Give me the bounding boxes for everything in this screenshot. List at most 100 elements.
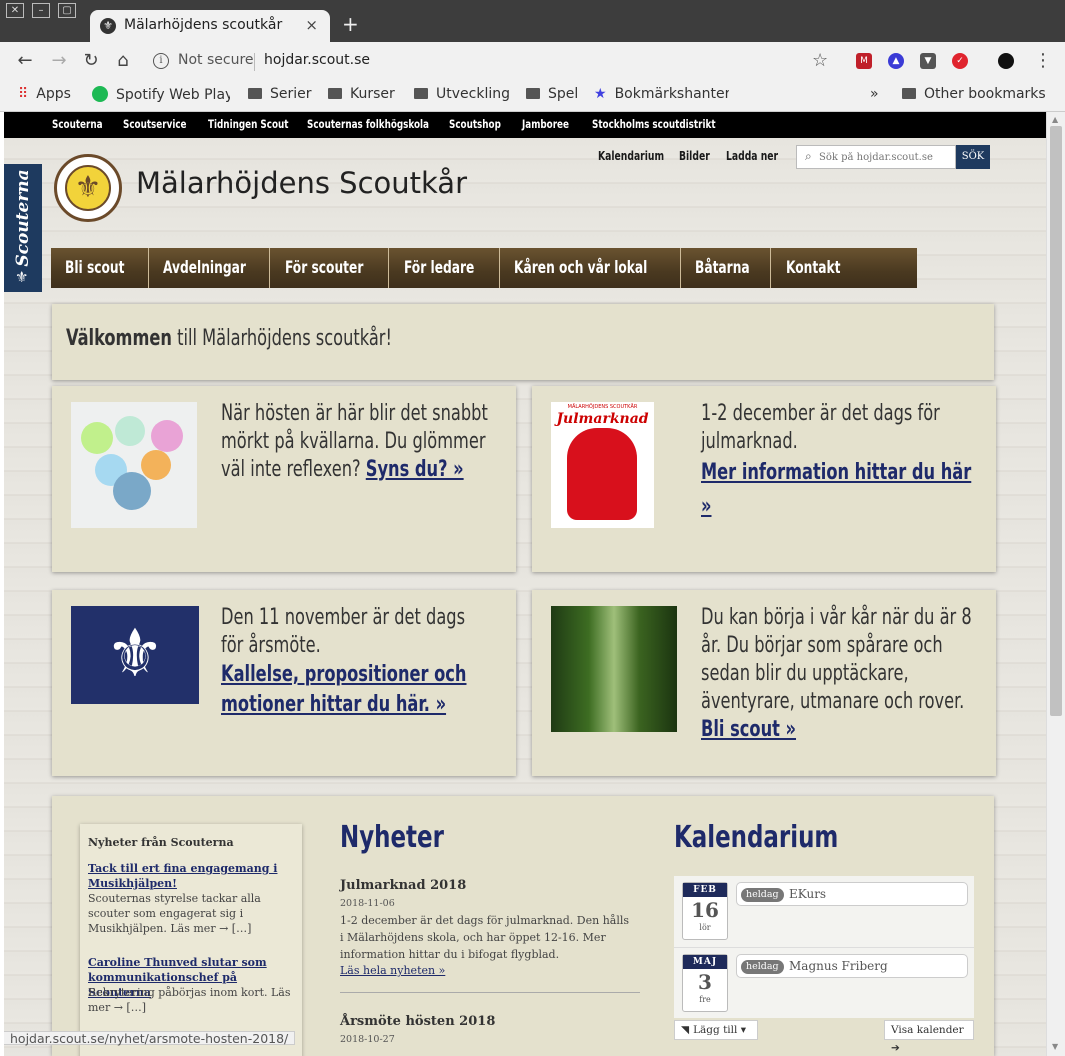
extension-cap-icon[interactable]: ▲ bbox=[888, 53, 904, 69]
syns-du-link[interactable]: Syns du? » bbox=[366, 457, 464, 482]
scroll-up-icon[interactable]: ▲ bbox=[1052, 115, 1058, 124]
back-icon[interactable]: ← bbox=[14, 51, 36, 71]
bookmark-star-icon[interactable]: ☆ bbox=[812, 50, 828, 71]
calendar-date-icon: MAJ 3 fre bbox=[682, 954, 728, 1012]
reflex-image bbox=[71, 402, 197, 528]
extension-shield-icon[interactable]: ▼ bbox=[920, 53, 936, 69]
window-minimize-icon[interactable]: – bbox=[32, 3, 50, 18]
promo-card-reflex: När hösten är här blir det snabbt mörkt … bbox=[52, 386, 516, 572]
nav-divider bbox=[269, 248, 270, 288]
calendar-event-pill[interactable]: heldag Magnus Friberg bbox=[736, 954, 968, 978]
topbar-link[interactable]: Tidningen Scout bbox=[208, 117, 288, 131]
bookmark-spel[interactable]: Spel bbox=[526, 86, 578, 102]
address-bar[interactable]: hojdar.scout.se bbox=[264, 52, 370, 68]
extension-m-icon[interactable]: M bbox=[856, 53, 872, 69]
info-icon[interactable]: i bbox=[153, 53, 169, 69]
topbar-link[interactable]: Scoutservice bbox=[123, 117, 187, 131]
scouterna-news-excerpt: Rekrytering påbörjas inom kort. Läs mer … bbox=[88, 986, 291, 1014]
calendar-event[interactable]: FEB 16 lör heldag EKurs bbox=[674, 876, 974, 946]
news-title[interactable]: Årsmöte hösten 2018 bbox=[340, 1014, 495, 1029]
scrollbar-thumb[interactable] bbox=[1050, 126, 1062, 716]
reload-icon[interactable]: ↻ bbox=[80, 51, 102, 71]
topbar-link[interactable]: Scouternas folkhögskola bbox=[307, 117, 429, 131]
calendar-event-pill[interactable]: heldag EKurs bbox=[736, 882, 968, 906]
topbar-link[interactable]: Jamboree bbox=[522, 117, 569, 131]
news-title[interactable]: Julmarknad 2018 bbox=[340, 878, 466, 893]
scouterna-news-excerpt: Scouternas styrelse tackar alla scouter … bbox=[88, 892, 261, 935]
forest-image bbox=[551, 606, 677, 732]
topbar-link[interactable]: Stockholms scoutdistrikt bbox=[592, 117, 716, 131]
welcome-banner: Välkommen till Mälarhöjdens scoutkår! bbox=[52, 304, 994, 380]
window-close-icon[interactable]: ✕ bbox=[6, 3, 24, 18]
search-icon: ⌕ bbox=[805, 149, 812, 163]
tab-close-icon[interactable]: × bbox=[305, 16, 318, 34]
browser-menu-icon[interactable]: ⋮ bbox=[1034, 50, 1052, 71]
bookmark-manager[interactable]: ★ Bokmärkshanter bbox=[594, 86, 729, 102]
calendar-list: FEB 16 lör heldag EKurs MAJ 3 fre heldag bbox=[674, 876, 974, 1018]
extension-lastpass-icon[interactable]: ✓ bbox=[952, 53, 968, 69]
site-name[interactable]: Mälarhöjdens Scoutkår bbox=[136, 166, 467, 200]
not-secure-label[interactable]: Not secure bbox=[178, 52, 254, 68]
spotify-icon bbox=[92, 86, 108, 102]
page-scrollbar[interactable]: ▲ ▼ bbox=[1046, 112, 1065, 1056]
bookmark-kurser[interactable]: Kurser bbox=[328, 86, 395, 102]
forward-icon[interactable]: → bbox=[48, 51, 70, 71]
topbar-link[interactable]: Scoutshop bbox=[449, 117, 501, 131]
event-name: EKurs bbox=[789, 887, 827, 901]
search-button[interactable]: SÖK bbox=[956, 145, 990, 169]
nav-avdelningar[interactable]: Avdelningar bbox=[163, 248, 246, 288]
nav-for-scouter[interactable]: För scouter bbox=[285, 248, 363, 288]
scouterna-side-badge[interactable]: Scouterna ⚜ bbox=[4, 164, 42, 292]
search-input[interactable] bbox=[819, 149, 949, 165]
kallelse-link[interactable]: Kallelse, propositioner och motioner hit… bbox=[221, 662, 466, 717]
toplink-ladda-ner[interactable]: Ladda ner bbox=[726, 148, 778, 163]
nav-karen[interactable]: Kåren och vår lokal bbox=[514, 248, 647, 288]
scouterna-news-heading: Nyheter från Scouterna bbox=[88, 836, 234, 849]
mer-information-link[interactable]: Mer information hittar du här » bbox=[701, 460, 971, 519]
news-body: 1-2 december är det dags för julmarknad.… bbox=[340, 914, 630, 961]
search-box[interactable]: ⌕ bbox=[796, 145, 956, 169]
toplink-kalendarium[interactable]: Kalendarium bbox=[598, 148, 664, 163]
window-titlebar: ✕ – ▢ ⚜ Mälarhöjdens scoutkår × + bbox=[0, 0, 1065, 42]
news-heading: Nyheter bbox=[340, 820, 444, 855]
folder-icon bbox=[902, 88, 916, 99]
read-more-link[interactable]: Läs hela nyheten » bbox=[340, 964, 445, 977]
star-icon: ★ bbox=[594, 86, 607, 102]
other-bookmarks[interactable]: Other bookmarks bbox=[902, 86, 1046, 102]
nav-divider bbox=[499, 248, 500, 288]
calendar-event[interactable]: MAJ 3 fre heldag Magnus Friberg bbox=[674, 948, 974, 1018]
window-maximize-icon[interactable]: ▢ bbox=[58, 3, 76, 18]
home-icon[interactable]: ⌂ bbox=[112, 51, 134, 71]
toplink-bilder[interactable]: Bilder bbox=[679, 148, 710, 163]
new-tab-button[interactable]: + bbox=[342, 12, 359, 36]
bookmark-spotify[interactable]: Spotify Web Play bbox=[92, 86, 230, 103]
event-tag: heldag bbox=[741, 888, 784, 902]
bli-scout-link[interactable]: Bli scout » bbox=[701, 717, 796, 742]
bookmark-apps[interactable]: ⠿ Apps bbox=[18, 86, 71, 102]
add-to-calendar-button[interactable]: ◥ Lägg till ▾ bbox=[674, 1020, 758, 1040]
scouterna-news-link[interactable]: Tack till ert fina engagemang i Musikhjä… bbox=[88, 861, 298, 891]
nav-batarna[interactable]: Båtarna bbox=[695, 248, 750, 288]
scroll-down-icon[interactable]: ▼ bbox=[1052, 1042, 1058, 1051]
show-calendar-button[interactable]: Visa kalender ➔ bbox=[884, 1020, 974, 1054]
profile-avatar[interactable] bbox=[998, 53, 1014, 69]
topbar-link[interactable]: Scouterna bbox=[52, 117, 103, 131]
folder-icon bbox=[328, 88, 342, 99]
content-section: Nyheter från Scouterna Tack till ert fin… bbox=[52, 796, 994, 1056]
site-logo[interactable]: ⚜ bbox=[54, 154, 122, 222]
bookmark-utveckling[interactable]: Utveckling bbox=[414, 86, 510, 102]
nav-kontakt[interactable]: Kontakt bbox=[786, 248, 840, 288]
web-page: Scouterna Scoutservice Tidningen Scout S… bbox=[4, 112, 1046, 1056]
nav-divider bbox=[148, 248, 149, 288]
scout-lily-image: ⚜ bbox=[71, 606, 199, 704]
browser-toolbar: ← → ↻ ⌂ i Not secure hojdar.scout.se ☆ M… bbox=[0, 42, 1065, 80]
julmarknad-poster: MÄLARHÖJDENS SCOUTKÅR Julmarknad bbox=[551, 402, 654, 528]
promo-text: 1-2 december är det dags för julmarknad.… bbox=[701, 401, 972, 519]
browser-tab[interactable]: ⚜ Mälarhöjdens scoutkår × bbox=[90, 10, 330, 42]
bookmark-serier[interactable]: Serier bbox=[248, 86, 312, 102]
bookmarks-overflow-icon[interactable]: » bbox=[870, 86, 879, 102]
calendar-date-icon: FEB 16 lör bbox=[682, 882, 728, 940]
nav-bli-scout[interactable]: Bli scout bbox=[65, 248, 124, 288]
event-tag: heldag bbox=[741, 960, 784, 974]
nav-for-ledare[interactable]: För ledare bbox=[404, 248, 474, 288]
